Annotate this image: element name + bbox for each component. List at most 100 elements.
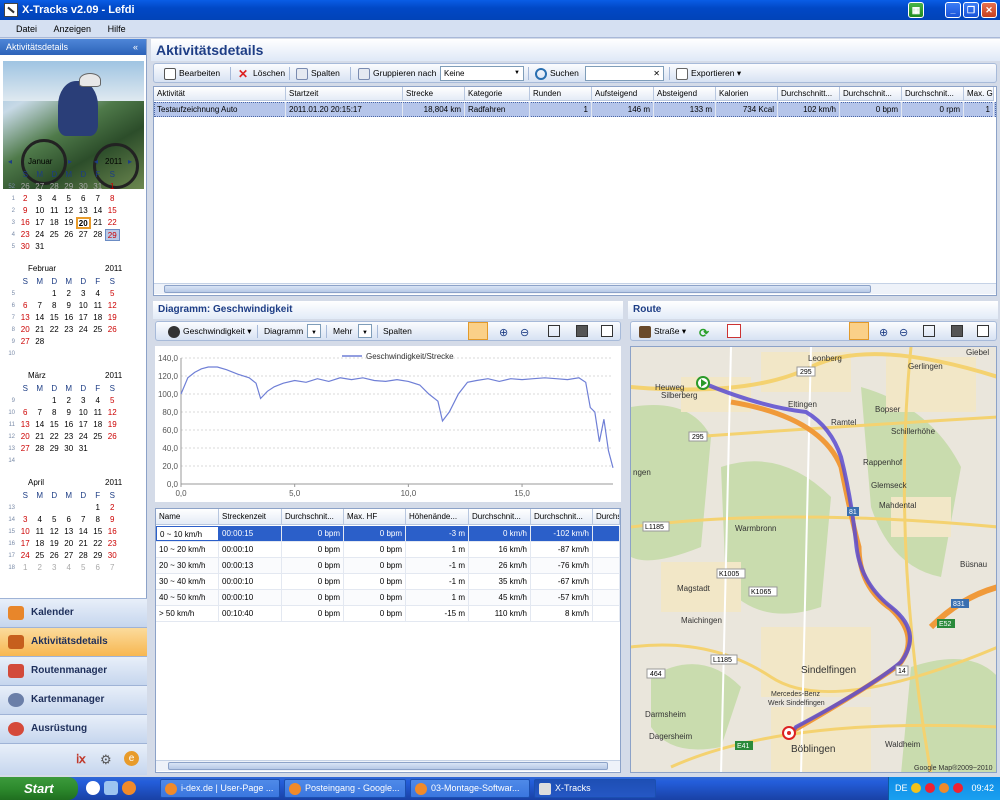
calendar-day[interactable]: 16: [18, 217, 33, 229]
calendar-day[interactable]: 22: [47, 324, 62, 336]
calendar-day[interactable]: 2: [18, 193, 33, 205]
zoom-out-icon[interactable]: ⊖: [520, 324, 529, 342]
calendar-day[interactable]: 4: [47, 193, 62, 205]
column-header[interactable]: Durchschnit...: [469, 509, 531, 525]
calendar-day[interactable]: 13: [76, 205, 91, 217]
calendar-day[interactable]: 11: [91, 407, 106, 419]
calendar-day[interactable]: 18: [91, 312, 106, 324]
calendar-day[interactable]: 5: [105, 395, 120, 407]
calendar-day[interactable]: 25: [91, 431, 106, 443]
next-month-icon[interactable]: ▸: [68, 155, 72, 169]
calendar-day[interactable]: 10: [33, 205, 48, 217]
calendar-day[interactable]: 8: [91, 514, 106, 526]
calendar-day[interactable]: 9: [62, 300, 77, 312]
calendar-day[interactable]: 13: [62, 526, 77, 538]
taskbar-item[interactable]: Posteingang - Google...: [284, 779, 406, 798]
calendar-day[interactable]: 27: [33, 181, 48, 193]
column-header[interactable]: Durchschnit...: [840, 87, 902, 101]
calendar-day[interactable]: 31: [76, 443, 91, 455]
calendar-day[interactable]: 28: [33, 336, 48, 348]
calendar-day[interactable]: 13: [18, 419, 33, 431]
metric-dropdown[interactable]: Geschwindigkeit ▾: [168, 322, 252, 340]
column-header[interactable]: Höhenände...: [406, 509, 469, 525]
calendar-day[interactable]: 7: [33, 407, 48, 419]
calendar-day[interactable]: 6: [18, 300, 33, 312]
calendar-day[interactable]: 28: [76, 550, 91, 562]
zoom-in-icon[interactable]: ⊕: [879, 324, 888, 342]
calendar-day[interactable]: 3: [76, 288, 91, 300]
calendar-day[interactable]: 14: [33, 419, 48, 431]
calendar-day[interactable]: 7: [91, 193, 106, 205]
diagram-dropdown[interactable]: ▼: [307, 324, 321, 338]
calendar-day[interactable]: 17: [76, 419, 91, 431]
calendar-day[interactable]: 29: [47, 443, 62, 455]
calendar-day[interactable]: 1: [47, 395, 62, 407]
more-dropdown[interactable]: ▼: [358, 324, 372, 338]
calendar-day[interactable]: 4: [33, 514, 48, 526]
calendar-day[interactable]: 16: [62, 419, 77, 431]
column-header[interactable]: Kalorien: [716, 87, 778, 101]
calendar-day[interactable]: 19: [62, 217, 77, 229]
calendar-day[interactable]: 17: [18, 538, 33, 550]
calendar-day[interactable]: 4: [91, 288, 106, 300]
prev-month-icon[interactable]: ◂: [8, 155, 12, 169]
calendar-day[interactable]: 1: [91, 502, 106, 514]
help-icon[interactable]: e: [124, 751, 139, 766]
calendar-day[interactable]: 6: [91, 562, 106, 574]
column-header[interactable]: Streckenzeit: [219, 509, 282, 525]
calendar-day[interactable]: 26: [47, 550, 62, 562]
column-header[interactable]: Max. HF: [344, 509, 406, 525]
calendar-day[interactable]: 2: [105, 502, 120, 514]
calendar-day[interactable]: 23: [62, 324, 77, 336]
maximize-button[interactable]: ❐: [963, 2, 979, 18]
calendar-day[interactable]: 7: [105, 562, 120, 574]
calendar-day[interactable]: 21: [91, 217, 106, 229]
column-header[interactable]: Durchs: [593, 509, 620, 525]
taskbar-item[interactable]: i-dex.de | User-Page ...: [160, 779, 280, 798]
tray-icon[interactable]: [911, 783, 921, 793]
export-button[interactable]: Exportieren ▾: [676, 64, 741, 82]
calendar-day[interactable]: 18: [33, 538, 48, 550]
column-header[interactable]: Absteigend: [654, 87, 716, 101]
calendar-day[interactable]: 9: [62, 407, 77, 419]
calendar-day[interactable]: 6: [62, 514, 77, 526]
calendar-day[interactable]: 3: [33, 193, 48, 205]
settings-icon[interactable]: ⚙: [100, 752, 114, 767]
calendar-day[interactable]: 18: [91, 419, 106, 431]
calendar-day[interactable]: 21: [76, 538, 91, 550]
calendar-day[interactable]: 21: [33, 324, 48, 336]
menu-hilfe[interactable]: Hilfe: [101, 20, 133, 38]
calendar-day[interactable]: 19: [105, 419, 120, 431]
calendar-day[interactable]: 28: [33, 443, 48, 455]
calendar-day[interactable]: 2: [33, 562, 48, 574]
calendar-day[interactable]: 5: [62, 193, 77, 205]
horizontal-scrollbar[interactable]: [154, 283, 996, 294]
calendar-day[interactable]: 2: [62, 395, 77, 407]
column-header[interactable]: Durchschnit...: [282, 509, 344, 525]
route-map[interactable]: Leonberg Gerlingen Giebel Heuweg Silberb…: [630, 346, 997, 773]
calendar-day[interactable]: 5: [47, 514, 62, 526]
calendar-day[interactable]: 26: [105, 431, 120, 443]
column-header[interactable]: Durchschnit...: [902, 87, 964, 101]
column-header[interactable]: Runden: [530, 87, 592, 101]
calendar-day[interactable]: 6: [76, 193, 91, 205]
calendar-day[interactable]: 14: [91, 205, 106, 217]
calendar-day[interactable]: 13: [18, 312, 33, 324]
calendar-day[interactable]: 30: [62, 443, 77, 455]
group-by-select[interactable]: Keine ▼: [440, 66, 524, 81]
menu-anzeigen[interactable]: Anzeigen: [47, 20, 99, 38]
calendar-day[interactable]: 1: [18, 562, 33, 574]
calendar-day[interactable]: 27: [18, 336, 33, 348]
camera-icon[interactable]: [849, 322, 869, 340]
fit-icon[interactable]: [548, 325, 560, 337]
calendar-day[interactable]: 20: [18, 324, 33, 336]
zoom-in-icon[interactable]: ⊕: [499, 324, 508, 342]
column-header[interactable]: Strecke: [403, 87, 465, 101]
calendar-day[interactable]: 31: [91, 181, 106, 193]
runner-icon[interactable]: ⅸ: [76, 752, 90, 766]
calendar-day[interactable]: 26: [105, 324, 120, 336]
calendar-day[interactable]: 14: [76, 526, 91, 538]
calendar-day[interactable]: 15: [47, 419, 62, 431]
calendar-day[interactable]: 3: [76, 395, 91, 407]
calendar-day[interactable]: 23: [62, 431, 77, 443]
